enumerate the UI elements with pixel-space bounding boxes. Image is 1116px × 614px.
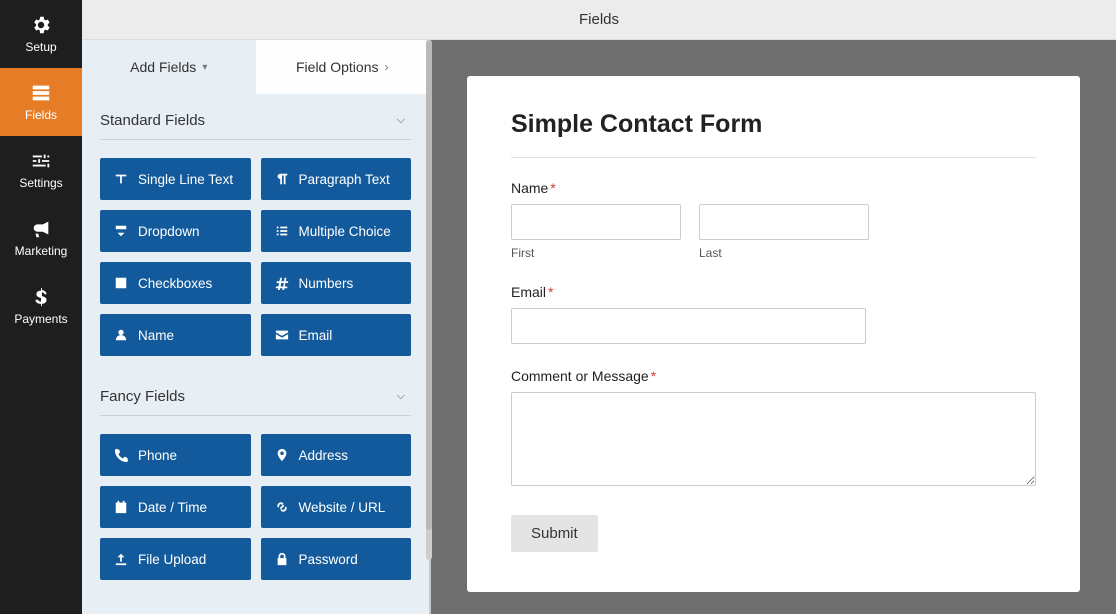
sidebar-item-marketing[interactable]: Marketing — [0, 204, 82, 272]
sidebar-item-setup[interactable]: Setup — [0, 0, 82, 68]
form-title: Simple Contact Form — [511, 110, 1036, 158]
envelope-icon — [275, 328, 289, 342]
form-preview: Simple Contact Form Name* First — [431, 40, 1116, 614]
group-title: Fancy Fields — [100, 388, 185, 405]
lock-icon — [275, 552, 289, 566]
field-label: Date / Time — [138, 500, 207, 515]
field-label: Address — [299, 448, 349, 463]
link-icon — [275, 500, 289, 514]
field-address[interactable]: Address — [261, 434, 412, 476]
submit-button[interactable]: Submit — [511, 515, 598, 552]
gear-icon — [30, 14, 52, 36]
paragraph-icon — [275, 172, 289, 186]
pin-icon — [275, 448, 289, 462]
field-dropdown[interactable]: Dropdown — [100, 210, 251, 252]
field-name[interactable]: Name — [100, 314, 251, 356]
field-numbers[interactable]: Numbers — [261, 262, 412, 304]
sidebar-item-payments[interactable]: Payments — [0, 272, 82, 340]
message-textarea[interactable] — [511, 392, 1036, 486]
group-title: Standard Fields — [100, 112, 205, 129]
field-single-line-text[interactable]: Single Line Text — [100, 158, 251, 200]
text-icon — [114, 172, 128, 186]
sidebar-item-label: Settings — [19, 176, 62, 190]
last-name-sublabel: Last — [699, 246, 869, 260]
required-asterisk: * — [550, 180, 555, 196]
sidebar-item-fields[interactable]: Fields — [0, 68, 82, 136]
chevron-right-icon: › — [384, 60, 388, 74]
chevron-down-icon: ⌵ — [397, 390, 411, 403]
chevron-down-icon: ⌵ — [397, 114, 411, 127]
sliders-icon — [30, 150, 52, 172]
field-label: Paragraph Text — [299, 172, 390, 187]
field-label: Multiple Choice — [299, 224, 391, 239]
calendar-icon — [114, 500, 128, 514]
field-label-email: Email* — [511, 284, 1036, 300]
field-checkboxes[interactable]: Checkboxes — [100, 262, 251, 304]
sidebar: Setup Fields Settings Marketing Payments — [0, 0, 82, 614]
dollar-icon — [30, 286, 52, 308]
bullhorn-icon — [30, 218, 52, 240]
field-password[interactable]: Password — [261, 538, 412, 580]
hash-icon — [275, 276, 289, 290]
topbar: Fields — [82, 0, 1116, 40]
email-input[interactable] — [511, 308, 866, 344]
user-icon — [114, 328, 128, 342]
last-name-input[interactable] — [699, 204, 869, 240]
field-label: Numbers — [299, 276, 354, 291]
field-label: Password — [299, 552, 358, 567]
field-label-name: Name* — [511, 180, 1036, 196]
field-label-message: Comment or Message* — [511, 368, 1036, 384]
field-website-url[interactable]: Website / URL — [261, 486, 412, 528]
sidebar-item-label: Fields — [25, 108, 57, 122]
field-multiple-choice[interactable]: Multiple Choice — [261, 210, 412, 252]
tab-label: Add Fields — [130, 59, 196, 75]
field-label: Phone — [138, 448, 177, 463]
sidebar-item-label: Setup — [25, 40, 56, 54]
list-icon — [275, 224, 289, 238]
tab-add-fields[interactable]: Add Fields ▾ — [82, 40, 256, 94]
field-email[interactable]: Email — [261, 314, 412, 356]
sidebar-item-label: Marketing — [15, 244, 68, 258]
phone-icon — [114, 448, 128, 462]
field-label: Single Line Text — [138, 172, 233, 187]
checkbox-icon — [114, 276, 128, 290]
upload-icon — [114, 552, 128, 566]
field-date-time[interactable]: Date / Time — [100, 486, 251, 528]
form-icon — [30, 82, 52, 104]
first-name-input[interactable] — [511, 204, 681, 240]
group-header-standard[interactable]: Standard Fields ⌵ — [100, 94, 411, 140]
form-field-name[interactable]: Name* First Last — [511, 180, 1036, 260]
field-paragraph-text[interactable]: Paragraph Text — [261, 158, 412, 200]
form-field-message[interactable]: Comment or Message* — [511, 368, 1036, 491]
tab-field-options[interactable]: Field Options › — [256, 40, 430, 94]
form-field-email[interactable]: Email* — [511, 284, 1036, 344]
field-label: Checkboxes — [138, 276, 212, 291]
chevron-down-icon: ▾ — [202, 62, 207, 73]
sidebar-item-settings[interactable]: Settings — [0, 136, 82, 204]
field-label: Email — [299, 328, 333, 343]
field-label: Dropdown — [138, 224, 200, 239]
field-file-upload[interactable]: File Upload — [100, 538, 251, 580]
sidebar-item-label: Payments — [14, 312, 67, 326]
dropdown-icon — [114, 224, 128, 238]
page-title: Fields — [579, 11, 619, 28]
field-label: File Upload — [138, 552, 206, 567]
form-card[interactable]: Simple Contact Form Name* First — [467, 76, 1080, 592]
fields-panel: Add Fields ▾ Field Options › Standard Fi… — [82, 40, 431, 614]
tab-label: Field Options — [296, 59, 378, 75]
scrollbar[interactable] — [426, 40, 432, 560]
required-asterisk: * — [548, 284, 553, 300]
first-name-sublabel: First — [511, 246, 681, 260]
field-label: Name — [138, 328, 174, 343]
field-phone[interactable]: Phone — [100, 434, 251, 476]
field-label: Website / URL — [299, 500, 386, 515]
required-asterisk: * — [651, 368, 656, 384]
group-header-fancy[interactable]: Fancy Fields ⌵ — [100, 370, 411, 416]
